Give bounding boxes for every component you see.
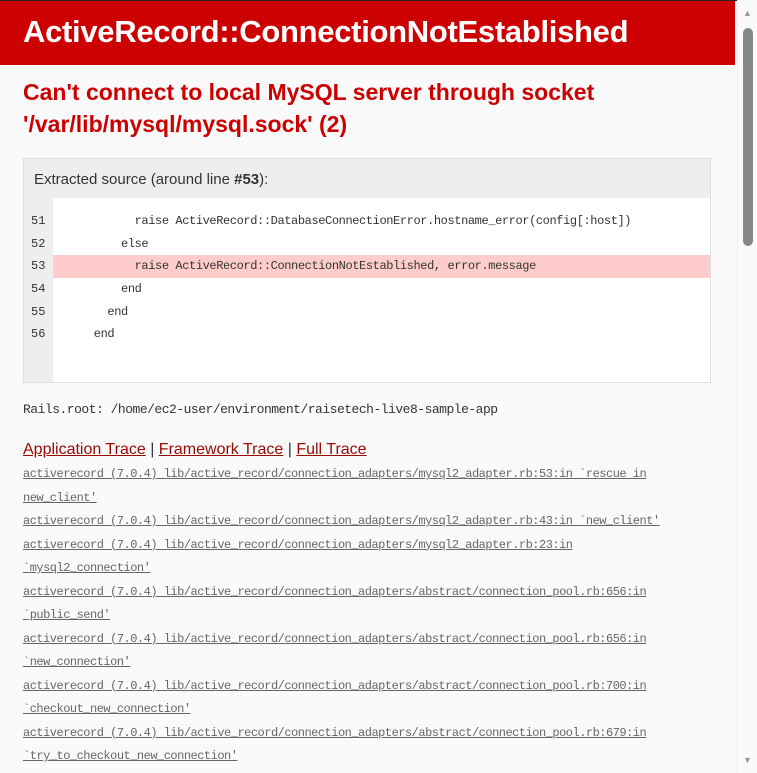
trace-link[interactable]: activerecord (7.0.4) lib/active_record/c… bbox=[23, 534, 693, 581]
separator: | bbox=[287, 441, 292, 458]
scrollbar[interactable]: ▲ ▼ bbox=[737, 0, 757, 773]
source-heading-prefix: Extracted source (around line bbox=[34, 171, 235, 188]
scroll-down-arrow-icon[interactable]: ▼ bbox=[743, 755, 752, 765]
extracted-source: Extracted source (around line #53): 51 52… bbox=[23, 158, 711, 383]
code-line: else bbox=[53, 236, 149, 251]
code-line: end bbox=[53, 282, 142, 297]
line-number: 52 bbox=[31, 236, 46, 251]
source-heading: Extracted source (around line #53): bbox=[24, 159, 710, 198]
line-number: 55 bbox=[31, 304, 46, 319]
code-line: end bbox=[53, 304, 128, 319]
tab-full-trace[interactable]: Full Trace bbox=[296, 441, 366, 458]
trace-link[interactable]: activerecord (7.0.4) lib/active_record/c… bbox=[23, 463, 693, 510]
source-heading-suffix: ): bbox=[259, 171, 269, 188]
line-numbers: 51 52 53 54 55 56 bbox=[24, 198, 53, 382]
code-line: end bbox=[53, 327, 115, 342]
source-heading-line: #53 bbox=[234, 171, 260, 188]
trace-link[interactable]: activerecord (7.0.4) lib/active_record/c… bbox=[23, 628, 693, 675]
trace-link[interactable]: activerecord (7.0.4) lib/active_record/c… bbox=[23, 510, 693, 534]
tab-application-trace[interactable]: Application Trace bbox=[23, 441, 146, 458]
highlighted-code-line: raise ActiveRecord::ConnectionNotEstabli… bbox=[53, 255, 710, 279]
line-number: 54 bbox=[31, 282, 46, 297]
exception-title: ActiveRecord::ConnectionNotEstablished bbox=[23, 14, 629, 49]
line-number: 53 bbox=[31, 259, 46, 274]
trace-link[interactable]: activerecord (7.0.4) lib/active_record/c… bbox=[23, 581, 693, 628]
separator: | bbox=[150, 441, 155, 458]
error-message: Can't connect to local MySQL server thro… bbox=[23, 79, 595, 137]
line-number: 56 bbox=[31, 327, 46, 342]
code-lines: raise ActiveRecord::DatabaseConnectionEr… bbox=[53, 198, 710, 382]
scroll-up-arrow-icon[interactable]: ▲ bbox=[743, 8, 752, 18]
scrollbar-thumb[interactable] bbox=[743, 28, 753, 246]
trace-list: activerecord (7.0.4) lib/active_record/c… bbox=[23, 463, 693, 769]
rails-root: Rails.root: /home/ec2-user/environment/r… bbox=[23, 402, 498, 417]
trace-link[interactable]: activerecord (7.0.4) lib/active_record/c… bbox=[23, 675, 693, 722]
error-header: ActiveRecord::ConnectionNotEstablished bbox=[0, 1, 735, 65]
trace-tabs: Application Trace | Framework Trace | Fu… bbox=[23, 441, 367, 459]
tab-framework-trace[interactable]: Framework Trace bbox=[159, 441, 283, 458]
error-page: ActiveRecord::ConnectionNotEstablished C… bbox=[0, 0, 737, 773]
line-number: 51 bbox=[31, 214, 46, 228]
code-line: raise ActiveRecord::DatabaseConnectionEr… bbox=[53, 214, 632, 228]
trace-link[interactable]: activerecord (7.0.4) lib/active_record/c… bbox=[23, 722, 693, 769]
